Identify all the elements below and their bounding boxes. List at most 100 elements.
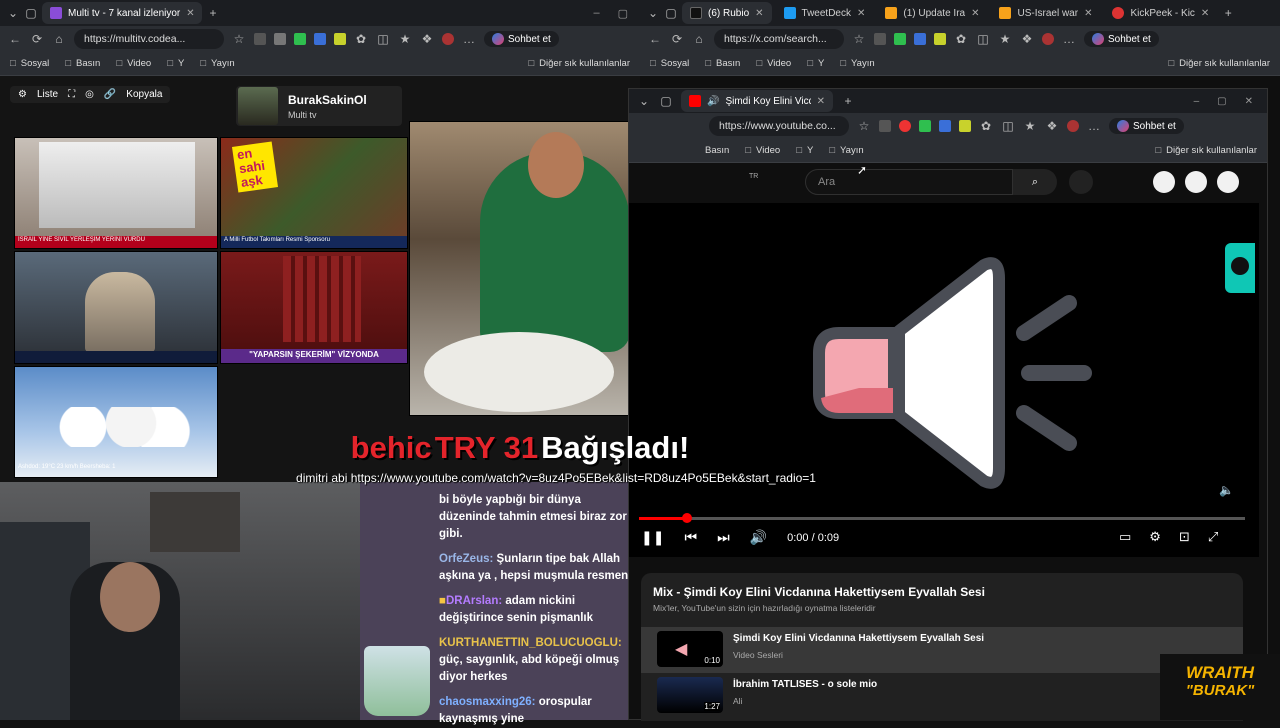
home-icon[interactable]: ⌂	[52, 32, 66, 46]
bookmark-folder[interactable]: Basın	[705, 145, 729, 156]
extension-icon[interactable]	[874, 33, 886, 45]
split-screen-icon[interactable]: ◫	[376, 32, 390, 46]
favorites-icon[interactable]: ★	[1023, 119, 1037, 133]
close-tab-icon[interactable]: ✕	[755, 8, 763, 19]
profile-avatar[interactable]	[442, 33, 454, 45]
progress-track[interactable]	[639, 513, 1245, 523]
yt-search-input[interactable]: Ara	[805, 169, 1013, 195]
video-player[interactable]: 🔈 ❚❚ ⏮ ⏭ 🔊 0:00 / 0:09 ▭ ⚙ ⊡ ⤢	[629, 203, 1259, 557]
extension-icon[interactable]	[294, 33, 306, 45]
other-bookmarks[interactable]: Diğer sık kullanılanlar	[1168, 58, 1270, 69]
reload-icon[interactable]: ⟳	[30, 32, 44, 46]
bookmark-folder[interactable]: Y	[796, 145, 813, 156]
extension-icon[interactable]	[254, 33, 266, 45]
back-icon[interactable]: ←	[648, 32, 662, 46]
settings-icon[interactable]: ⚙	[1149, 529, 1161, 545]
extension-icon[interactable]	[879, 120, 891, 132]
create-icon[interactable]	[1153, 171, 1175, 193]
new-tab-icon[interactable]: +	[206, 6, 220, 20]
bookmark-folder[interactable]: Yayın	[840, 58, 875, 69]
tab-x[interactable]: (6) Rubio ✕	[682, 2, 772, 24]
chat-user[interactable]: DRArslan:	[446, 595, 502, 607]
new-tab-icon[interactable]: +	[1221, 6, 1235, 20]
chat-user[interactable]: chaosmaxxing26:	[439, 696, 536, 708]
reload-icon[interactable]: ⟳	[670, 32, 684, 46]
close-tab-icon[interactable]: ✕	[186, 8, 194, 19]
bookmark-folder[interactable]: Basın	[65, 58, 100, 69]
bookmark-folder[interactable]: Y	[167, 58, 184, 69]
chat-button[interactable]: Sohbet et	[1109, 118, 1184, 134]
new-tab-icon[interactable]: +	[841, 94, 855, 108]
extension-icon[interactable]	[934, 33, 946, 45]
bookmark-folder[interactable]: Basın	[705, 58, 740, 69]
split-screen-icon[interactable]: ◫	[1001, 119, 1015, 133]
minimize-icon[interactable]: –	[1194, 96, 1200, 107]
next-icon[interactable]: ⏭	[717, 529, 730, 546]
side-extension-tab[interactable]	[1225, 243, 1255, 293]
mic-icon[interactable]	[1069, 170, 1093, 194]
bookmark-folder[interactable]: Y	[807, 58, 824, 69]
tab-tweetdeck[interactable]: TweetDeck ✕	[776, 2, 874, 24]
favorites-icon[interactable]: ★	[998, 32, 1012, 46]
notifications-icon[interactable]	[1185, 171, 1207, 193]
tab-youtube[interactable]: 🔊 Şimdi Koy Elini Vicdanına Hak ✕	[681, 90, 833, 112]
tab-update[interactable]: (1) Update Ira ✕	[877, 2, 987, 24]
tab-multitv[interactable]: Multi tv - 7 kanal izleniyor ✕	[42, 2, 202, 24]
sync-icon[interactable]: ◎	[85, 89, 94, 100]
copy-button[interactable]: Kopyala	[126, 89, 162, 100]
extension-icon[interactable]	[914, 33, 926, 45]
star-icon[interactable]: ☆	[852, 32, 866, 46]
url-field[interactable]: https://www.youtube.co...	[709, 116, 849, 136]
split-screen-icon[interactable]: ◫	[976, 32, 990, 46]
other-bookmarks[interactable]: Diğer sık kullanılanlar	[528, 58, 630, 69]
channel-card[interactable]: BurakSakinOl Multi tv	[236, 86, 402, 126]
stream-tile-4[interactable]: "YAPARSIN ŞEKERİM" VİZYONDA	[220, 251, 408, 364]
bookmark-folder[interactable]: Sosyal	[650, 58, 690, 69]
url-field[interactable]: https://x.com/search...	[714, 29, 844, 49]
account-avatar[interactable]	[1217, 171, 1239, 193]
settings-gear-icon[interactable]: ⚙	[18, 89, 27, 100]
playlist-item[interactable]: ◀ 0:10 Şimdi Koy Elini Vicdanına Haketti…	[641, 627, 1243, 673]
extension-icon[interactable]	[919, 120, 931, 132]
chat-user[interactable]: OrfeZeus:	[439, 553, 493, 565]
previous-icon[interactable]: ⏮	[684, 529, 697, 546]
more-icon[interactable]: …	[462, 32, 476, 46]
star-icon[interactable]: ☆	[232, 32, 246, 46]
favorites-icon[interactable]: ★	[398, 32, 412, 46]
more-icon[interactable]: …	[1062, 32, 1076, 46]
extension-icon[interactable]	[334, 33, 346, 45]
collections-icon[interactable]: ❖	[420, 32, 434, 46]
close-tab-icon[interactable]: ✕	[971, 8, 979, 19]
close-window-icon[interactable]: ✕	[1245, 96, 1253, 107]
list-button[interactable]: Liste	[37, 89, 58, 100]
back-icon[interactable]: ←	[8, 32, 22, 46]
close-tab-icon[interactable]: ✕	[857, 8, 865, 19]
extension-icon[interactable]	[899, 120, 911, 132]
stream-tile-3[interactable]	[14, 251, 218, 364]
url-field[interactable]: https://multitv.codea...	[74, 29, 224, 49]
subtitles-icon[interactable]: ▭	[1119, 529, 1131, 545]
minimize-icon[interactable]: –	[593, 7, 599, 20]
tab-war[interactable]: US-Israel war ✕	[991, 2, 1100, 24]
extensions-puzzle-icon[interactable]: ✿	[354, 32, 368, 46]
chat-button[interactable]: Sohbet et	[484, 31, 559, 47]
home-icon[interactable]: ⌂	[692, 32, 706, 46]
profile-avatar[interactable]	[1042, 33, 1054, 45]
bookmark-folder[interactable]: Yayın	[829, 145, 864, 156]
bookmark-folder[interactable]: Video	[756, 58, 791, 69]
chat-user[interactable]: KURTHANETTIN_BOLUCUOGLU:	[439, 637, 622, 649]
collections-icon[interactable]: ❖	[1020, 32, 1034, 46]
tab-list-icon[interactable]: ⌄	[637, 94, 651, 108]
bookmark-folder[interactable]: Sosyal	[10, 58, 50, 69]
other-bookmarks[interactable]: Diğer sık kullanılanlar	[1155, 145, 1257, 156]
bookmark-folder[interactable]: Video	[745, 145, 780, 156]
stream-tile-1[interactable]: İSRAİL YİNE SİVİL YERLEŞİM YERİNİ VURDU	[14, 137, 218, 249]
maximize-icon[interactable]: ▢	[618, 7, 628, 20]
profile-avatar[interactable]	[1067, 120, 1079, 132]
link-icon[interactable]: 🔗	[104, 89, 116, 100]
playlist-item[interactable]: 1:27 İbrahim TATLISES - o sole mio Ali	[641, 673, 1243, 719]
maximize-icon[interactable]: ▢	[1217, 96, 1226, 107]
tab-kickpeek[interactable]: KickPeek - Kic ✕	[1104, 2, 1217, 24]
fullscreen-icon[interactable]: ⛶	[68, 89, 75, 100]
extension-icon[interactable]	[959, 120, 971, 132]
